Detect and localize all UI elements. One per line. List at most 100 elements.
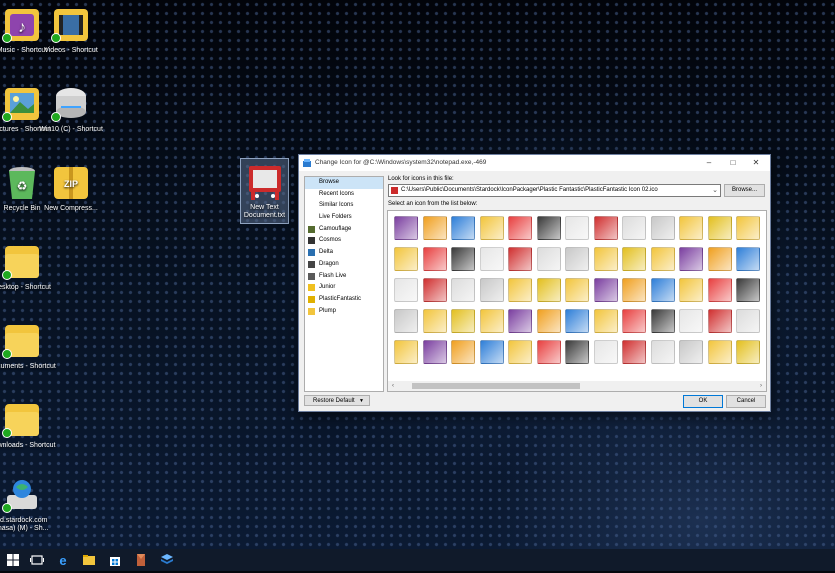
- icon-thumbnail[interactable]: [479, 340, 504, 364]
- browse-button[interactable]: Browse...: [724, 184, 765, 197]
- icon-thumbnail[interactable]: [536, 309, 561, 333]
- icon-thumbnail[interactable]: [622, 309, 646, 333]
- desktop-icon-win10-drive[interactable]: Win10 (C) - Shortcut: [36, 84, 106, 134]
- icon-thumbnail[interactable]: [593, 216, 618, 240]
- icon-thumbnail[interactable]: [479, 278, 504, 302]
- sidebar-item-dragon[interactable]: Dragon: [305, 259, 383, 271]
- icon-thumbnail[interactable]: [736, 278, 760, 302]
- icon-thumbnail[interactable]: [536, 278, 561, 302]
- icon-thumbnail[interactable]: [679, 247, 703, 271]
- icon-thumbnail[interactable]: [622, 340, 646, 364]
- icon-thumbnail[interactable]: [422, 340, 447, 364]
- dialog-titlebar[interactable]: Change Icon for @C:\Windows\system32\not…: [299, 155, 770, 171]
- icon-thumbnail[interactable]: [508, 216, 532, 240]
- icon-thumbnail[interactable]: [650, 216, 675, 240]
- icon-thumbnail[interactable]: [536, 247, 561, 271]
- icon-thumbnail[interactable]: [394, 309, 418, 333]
- icon-thumbnail[interactable]: [422, 216, 447, 240]
- maximize-icon[interactable]: □: [727, 158, 739, 168]
- icon-thumbnail[interactable]: [394, 278, 418, 302]
- desktop-icon-documents[interactable]: Documents - Shortcut: [0, 321, 57, 371]
- desktop-icon-downloads[interactable]: Downloads - Shortcut: [0, 400, 57, 450]
- icon-thumbnail[interactable]: [679, 309, 703, 333]
- icon-thumbnail[interactable]: [451, 278, 475, 302]
- icon-thumbnail[interactable]: [650, 309, 675, 333]
- cancel-button[interactable]: Cancel: [726, 395, 766, 408]
- icon-thumbnail[interactable]: [593, 309, 618, 333]
- icon-thumbnail[interactable]: [422, 309, 447, 333]
- icon-thumbnail[interactable]: [593, 247, 618, 271]
- icon-thumbnail[interactable]: [565, 247, 589, 271]
- icon-thumbnail[interactable]: [508, 247, 532, 271]
- icon-thumbnail[interactable]: [508, 340, 532, 364]
- icon-thumbnail[interactable]: [679, 340, 703, 364]
- icon-thumbnail[interactable]: [536, 340, 561, 364]
- icon-thumbnail[interactable]: [736, 216, 760, 240]
- sidebar-item-flash-live[interactable]: Flash Live: [305, 271, 383, 283]
- sidebar-item-junior[interactable]: Junior: [305, 282, 383, 294]
- icon-thumbnail[interactable]: [736, 247, 760, 271]
- desktop-icon-videos[interactable]: Videos - Shortcut: [36, 5, 106, 55]
- icon-thumbnail[interactable]: [679, 216, 703, 240]
- icon-thumbnail[interactable]: [536, 216, 561, 240]
- icon-thumbnail[interactable]: [422, 278, 447, 302]
- icon-thumbnail[interactable]: [422, 247, 447, 271]
- minimize-icon[interactable]: –: [703, 158, 715, 168]
- icon-thumbnail[interactable]: [622, 216, 646, 240]
- icon-thumbnail[interactable]: [565, 278, 589, 302]
- icon-thumbnail[interactable]: [479, 216, 504, 240]
- file-explorer-icon[interactable]: [81, 552, 97, 568]
- icon-file-path-combobox[interactable]: C:\Users\Public\Documents\Stardock\IconP…: [388, 184, 721, 197]
- icon-thumbnail[interactable]: [479, 247, 504, 271]
- desktop-icon-new-compressed[interactable]: ZIP New Compress...: [36, 163, 106, 213]
- icon-thumbnail[interactable]: [650, 340, 675, 364]
- icon-thumbnail[interactable]: [451, 216, 475, 240]
- restore-default-button[interactable]: Restore Default ▼: [304, 395, 370, 406]
- desktop-icon-network-drive[interactable]: sd.stardock.com (nasa) (M) - Sh...: [0, 475, 57, 533]
- sidebar-item-camouflage[interactable]: Camouflage: [305, 224, 383, 236]
- sidebar-item-delta[interactable]: Delta: [305, 247, 383, 259]
- icon-thumbnail[interactable]: [707, 247, 732, 271]
- ok-button[interactable]: OK: [683, 395, 723, 408]
- icon-thumbnail[interactable]: [707, 216, 732, 240]
- icon-thumbnail[interactable]: [622, 278, 646, 302]
- icon-thumbnail[interactable]: [394, 340, 418, 364]
- icon-thumbnail[interactable]: [736, 340, 760, 364]
- close-icon[interactable]: ✕: [750, 158, 762, 168]
- sidebar-item-browse[interactable]: Browse: [305, 177, 383, 189]
- start-windows-icon[interactable]: [5, 552, 21, 568]
- icon-thumbnail[interactable]: [451, 309, 475, 333]
- icon-thumbnail[interactable]: [707, 340, 732, 364]
- icon-thumbnail[interactable]: [565, 309, 589, 333]
- icon-thumbnail[interactable]: [565, 216, 589, 240]
- scrollbar-thumb[interactable]: [412, 383, 580, 389]
- icon-thumbnail[interactable]: [736, 309, 760, 333]
- sidebar-item-plasticfantastic[interactable]: PlasticFantastic: [305, 294, 383, 306]
- scroll-right-icon[interactable]: ›: [756, 381, 766, 391]
- chevron-down-icon[interactable]: ⌄: [712, 186, 718, 194]
- stardock-app-icon[interactable]: [133, 552, 149, 568]
- sidebar-item-recent-icons[interactable]: Recent Icons: [305, 189, 383, 201]
- icon-thumbnail[interactable]: [451, 247, 475, 271]
- task-view-icon[interactable]: [29, 552, 45, 568]
- icon-thumbnail[interactable]: [479, 309, 504, 333]
- icon-thumbnail[interactable]: [451, 340, 475, 364]
- horizontal-scrollbar[interactable]: ‹ ›: [388, 381, 766, 391]
- icon-thumbnail[interactable]: [565, 340, 589, 364]
- desktop-icon-new-text-document[interactable]: New Text Document.txt: [240, 158, 289, 224]
- sidebar-item-similar-icons[interactable]: Similar Icons: [305, 200, 383, 212]
- icon-list[interactable]: ‹ ›: [387, 210, 767, 392]
- store-icon[interactable]: [107, 552, 123, 568]
- icon-thumbnail[interactable]: [593, 340, 618, 364]
- sidebar-item-live-folders[interactable]: Live Folders: [305, 212, 383, 224]
- icon-thumbnail[interactable]: [650, 278, 675, 302]
- sidebar-item-plump[interactable]: Plump: [305, 306, 383, 318]
- icon-thumbnail[interactable]: [593, 278, 618, 302]
- icon-thumbnail[interactable]: [508, 309, 532, 333]
- iconpackager-taskbar-icon[interactable]: [159, 552, 175, 568]
- sidebar-item-cosmos[interactable]: Cosmos: [305, 235, 383, 247]
- edge-browser-icon[interactable]: e: [55, 552, 71, 568]
- scroll-left-icon[interactable]: ‹: [388, 381, 398, 391]
- icon-thumbnail[interactable]: [622, 247, 646, 271]
- icon-thumbnail[interactable]: [394, 216, 418, 240]
